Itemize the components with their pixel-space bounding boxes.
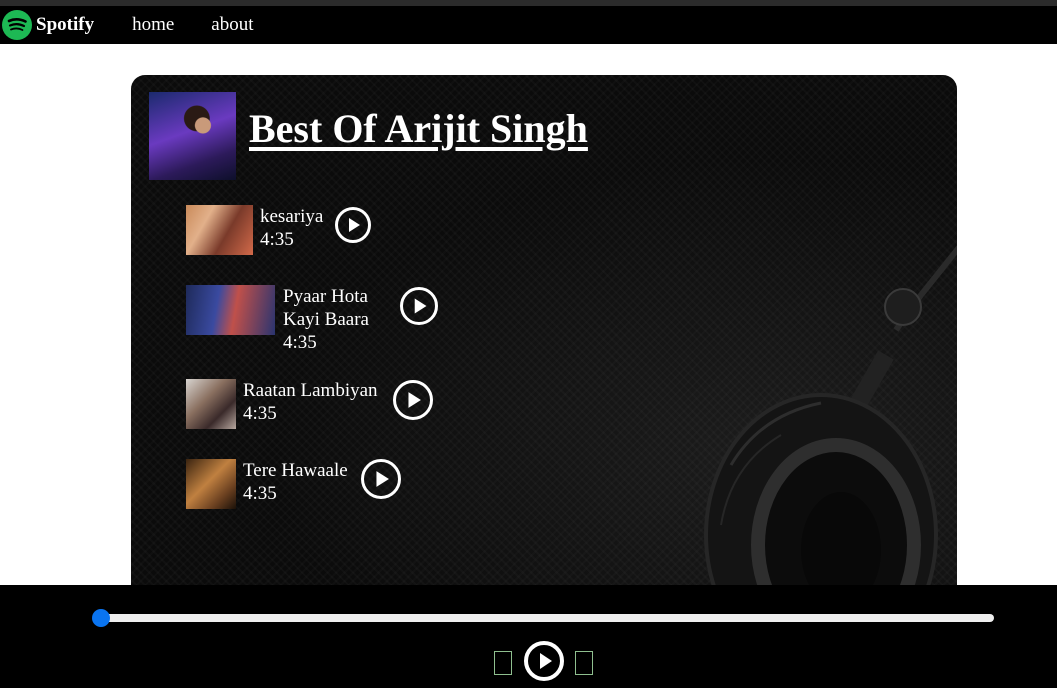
playlist-card: Best Of Arijit Singh kesariya 4:35 Pyaar… (131, 75, 957, 615)
song-item-pyaar-hota-kayi-baara[interactable]: Pyaar Hota Kayi Baara 4:35 (186, 285, 369, 354)
next-icon[interactable] (575, 651, 593, 675)
song-title: kesariya (260, 206, 324, 227)
progress-slider-handle[interactable] (92, 609, 110, 627)
song-title: Tere Hawaale (243, 460, 348, 481)
play-icon (540, 653, 552, 669)
song-info: kesariya 4:35 (260, 205, 323, 251)
song-duration: 4:35 (243, 483, 277, 504)
song-item-kesariya[interactable]: kesariya 4:35 (186, 205, 323, 255)
song-play-button[interactable] (335, 207, 371, 243)
progress-slider[interactable] (92, 609, 994, 627)
brand[interactable]: Spotify (2, 10, 94, 40)
play-icon (376, 471, 389, 487)
brand-name: Spotify (36, 14, 95, 35)
nav-link-about[interactable]: about (211, 14, 253, 36)
master-play-button[interactable] (524, 641, 564, 681)
song-duration: 4:35 (283, 332, 317, 353)
nav-link-home[interactable]: home (132, 14, 174, 36)
bottom-player-bar (0, 585, 1057, 688)
song-item-tere-hawaale[interactable]: Tere Hawaale 4:35 (186, 459, 348, 509)
spotify-logo-icon (2, 10, 32, 40)
song-title: Raatan Lambiyan (243, 380, 378, 401)
navbar: Spotify home about (0, 6, 1057, 44)
song-thumbnail (186, 285, 275, 335)
song-info: Pyaar Hota Kayi Baara 4:35 (283, 285, 369, 354)
song-item-raatan-lambiyan[interactable]: Raatan Lambiyan 4:35 (186, 379, 378, 429)
song-thumbnail (186, 459, 236, 509)
play-icon (414, 298, 427, 314)
song-duration: 4:35 (260, 229, 294, 250)
song-thumbnail (186, 205, 253, 255)
play-icon (408, 392, 421, 408)
song-play-button[interactable] (361, 459, 401, 499)
song-play-button[interactable] (400, 287, 438, 325)
song-title-line2: Kayi Baara (283, 309, 369, 330)
play-icon (349, 218, 360, 232)
song-info: Tere Hawaale 4:35 (243, 459, 348, 505)
headphone-background-image (704, 245, 957, 615)
song-duration: 4:35 (243, 403, 277, 424)
song-title-line1: Pyaar Hota (283, 286, 368, 307)
playlist-title: Best Of Arijit Singh (249, 106, 588, 151)
previous-icon[interactable] (494, 651, 512, 675)
song-thumbnail (186, 379, 236, 429)
song-play-button[interactable] (393, 380, 433, 420)
song-info: Raatan Lambiyan 4:35 (243, 379, 378, 425)
album-cover-image (149, 92, 236, 180)
